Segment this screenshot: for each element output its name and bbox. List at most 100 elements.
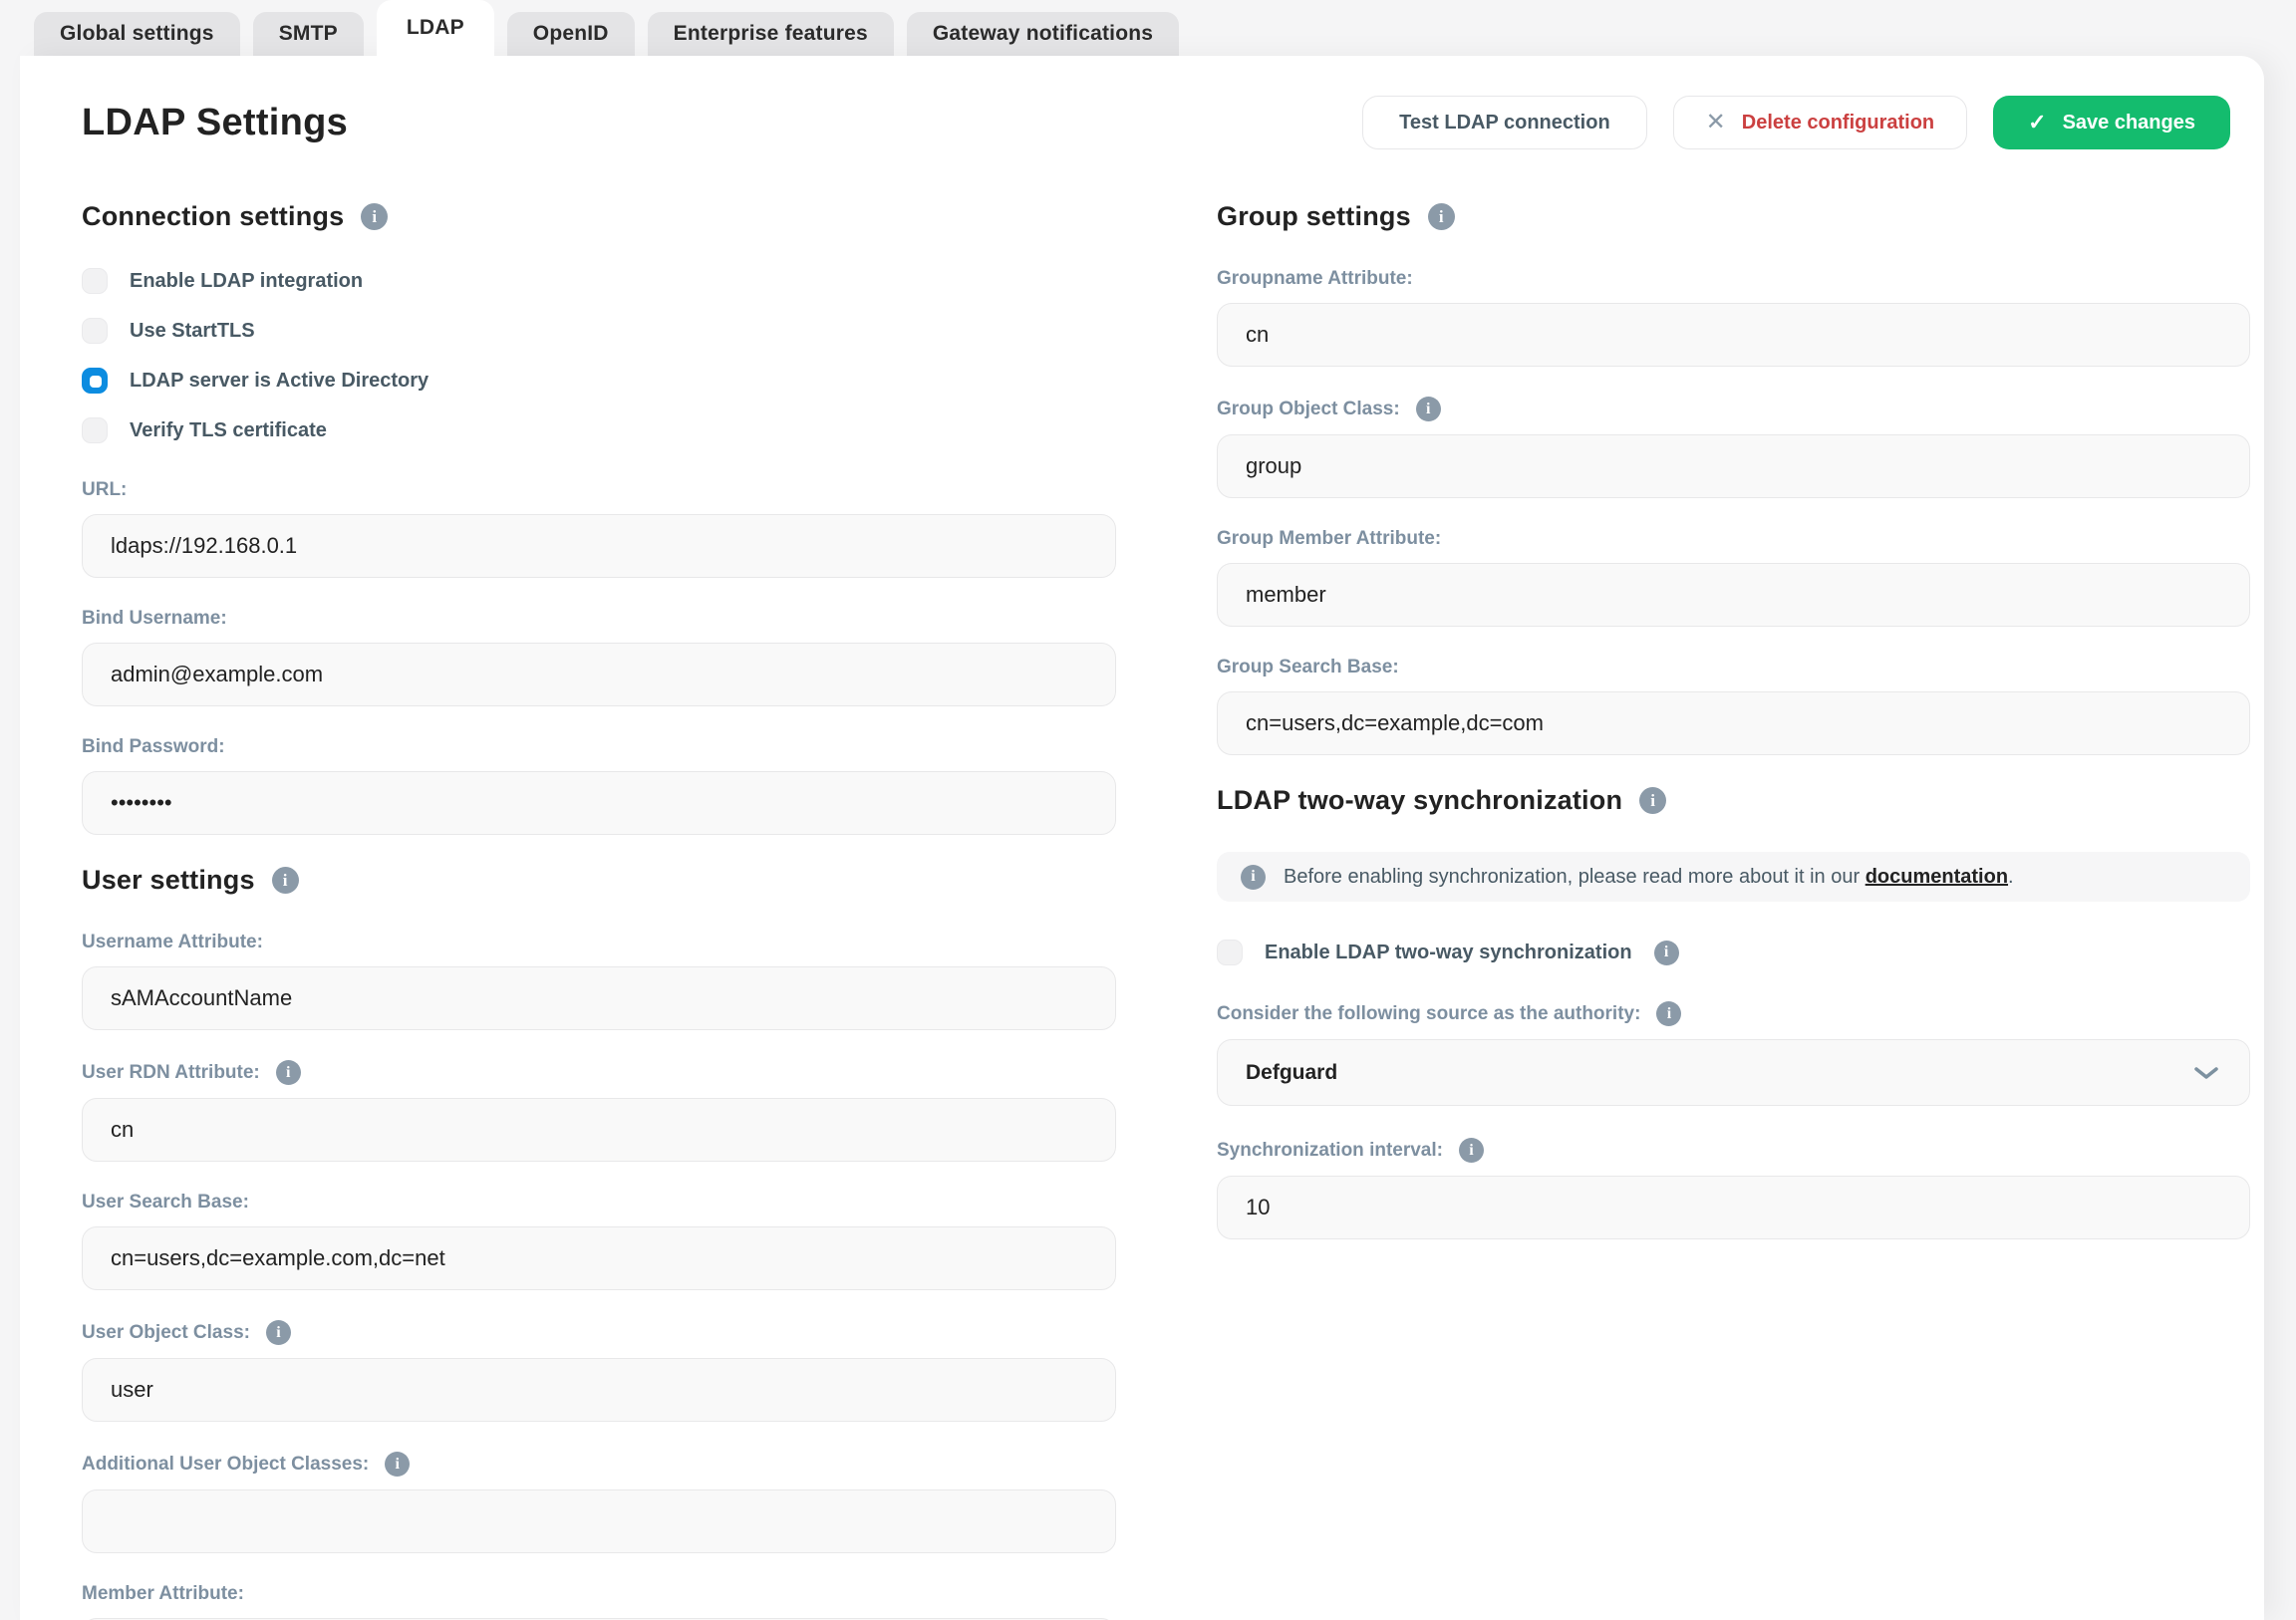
checkbox-use-starttls[interactable]: Use StartTLS	[82, 318, 1116, 344]
checkbox-label: Use StartTLS	[130, 320, 255, 343]
page-header: LDAP Settings Test LDAP connection ✕ Del…	[62, 96, 2230, 149]
user-rdn-attribute-label: User RDN Attribute: i	[82, 1060, 1116, 1085]
info-icon[interactable]: i	[1639, 787, 1666, 814]
sync-info-banner: i Before enabling synchronization, pleas…	[1217, 852, 2250, 902]
user-search-base-input[interactable]	[82, 1226, 1116, 1290]
url-label: URL:	[82, 479, 1116, 501]
checkbox-icon[interactable]	[82, 268, 108, 294]
info-icon[interactable]: i	[1654, 941, 1679, 965]
info-icon[interactable]: i	[385, 1452, 410, 1477]
ldap-two-way-sync-title: LDAP two-way synchronization	[1217, 785, 1622, 816]
checkbox-icon[interactable]	[82, 417, 108, 443]
info-icon[interactable]: i	[1656, 1001, 1681, 1026]
field-label-text: Group Object Class:	[1217, 399, 1400, 420]
group-settings-heading: Group settings i	[1217, 201, 2250, 232]
ldap-two-way-sync-heading: LDAP two-way synchronization i	[1217, 785, 2250, 816]
banner-suffix: .	[2008, 866, 2014, 888]
user-settings-heading: User settings i	[82, 865, 1116, 896]
additional-user-object-classes-input[interactable]	[82, 1489, 1116, 1553]
user-search-base-label: User Search Base:	[82, 1192, 1116, 1214]
field-label-text: User Search Base:	[82, 1192, 249, 1214]
additional-user-object-classes-label: Additional User Object Classes: i	[82, 1452, 1116, 1477]
group-search-base-input[interactable]	[1217, 691, 2250, 755]
checkbox-checked-icon[interactable]	[82, 368, 108, 394]
info-icon[interactable]: i	[1428, 203, 1455, 230]
field-label-text: Consider the following source as the aut…	[1217, 1003, 1640, 1025]
username-attribute-input[interactable]	[82, 966, 1116, 1030]
info-icon[interactable]: i	[361, 203, 388, 230]
tab-smtp[interactable]: SMTP	[253, 12, 364, 56]
documentation-link[interactable]: documentation	[1866, 866, 2008, 888]
field-label-text: Additional User Object Classes:	[82, 1454, 369, 1476]
tab-openid[interactable]: OpenID	[507, 12, 635, 56]
close-icon: ✕	[1706, 111, 1726, 135]
bind-password-input[interactable]	[82, 771, 1116, 835]
delete-configuration-label: Delete configuration	[1742, 112, 1934, 135]
user-object-class-input[interactable]	[82, 1358, 1116, 1422]
user-object-class-label: User Object Class: i	[82, 1320, 1116, 1345]
bind-username-label: Bind Username:	[82, 608, 1116, 630]
authority-source-label: Consider the following source as the aut…	[1217, 1001, 2250, 1026]
checkbox-label: Enable LDAP two-way synchronization	[1265, 942, 1632, 964]
field-label-text: Group Member Attribute:	[1217, 528, 1441, 550]
sync-interval-label: Synchronization interval: i	[1217, 1138, 2250, 1163]
info-icon[interactable]: i	[1416, 397, 1441, 421]
tab-gateway-notifications[interactable]: Gateway notifications	[907, 12, 1179, 56]
checkbox-enable-ldap-integration[interactable]: Enable LDAP integration	[82, 268, 1116, 294]
field-label-text: User Object Class:	[82, 1322, 250, 1344]
info-icon: i	[1241, 865, 1266, 890]
info-icon[interactable]: i	[276, 1060, 301, 1085]
save-changes-button[interactable]: ✓ Save changes	[1993, 96, 2230, 149]
checkbox-icon[interactable]	[1217, 940, 1243, 965]
username-attribute-label: Username Attribute:	[82, 932, 1116, 953]
user-rdn-attribute-input[interactable]	[82, 1098, 1116, 1162]
left-column: Connection settings i Enable LDAP integr…	[82, 175, 1116, 1620]
sync-interval-input[interactable]	[1217, 1176, 2250, 1239]
checkbox-label: LDAP server is Active Directory	[130, 370, 429, 393]
group-search-base-label: Group Search Base:	[1217, 657, 2250, 678]
checkbox-ldap-server-is-active-directory[interactable]: LDAP server is Active Directory	[82, 368, 1116, 394]
delete-configuration-button[interactable]: ✕ Delete configuration	[1673, 96, 1967, 149]
group-settings-title: Group settings	[1217, 201, 1411, 232]
header-buttons: Test LDAP connection ✕ Delete configurat…	[1362, 96, 2230, 149]
groupname-attribute-input[interactable]	[1217, 303, 2250, 367]
save-changes-label: Save changes	[2063, 112, 2195, 135]
field-label-text: Member Attribute:	[82, 1583, 244, 1605]
tab-ldap[interactable]: LDAP	[377, 0, 494, 56]
banner-prefix: Before enabling synchronization, please …	[1284, 866, 1866, 888]
checkbox-icon[interactable]	[82, 318, 108, 344]
group-object-class-label: Group Object Class: i	[1217, 397, 2250, 421]
info-icon[interactable]: i	[1459, 1138, 1484, 1163]
settings-tabbar: Global settings SMTP LDAP OpenID Enterpr…	[0, 0, 2296, 56]
authority-select[interactable]: Defguard	[1217, 1039, 2250, 1106]
info-icon[interactable]: i	[272, 867, 299, 894]
bind-password-label: Bind Password:	[82, 736, 1116, 758]
ldap-settings-card: LDAP Settings Test LDAP connection ✕ Del…	[20, 56, 2264, 1620]
check-icon: ✓	[2028, 112, 2046, 134]
group-member-attribute-label: Group Member Attribute:	[1217, 528, 2250, 550]
test-ldap-connection-button[interactable]: Test LDAP connection	[1362, 96, 1647, 149]
checkbox-enable-ldap-two-way-sync[interactable]: Enable LDAP two-way synchronization i	[1217, 940, 2250, 965]
user-settings-title: User settings	[82, 865, 255, 896]
checkbox-label: Verify TLS certificate	[130, 419, 327, 442]
url-input[interactable]	[82, 514, 1116, 578]
test-ldap-connection-label: Test LDAP connection	[1399, 112, 1610, 135]
groupname-attribute-label: Groupname Attribute:	[1217, 268, 2250, 290]
connection-settings-title: Connection settings	[82, 201, 344, 232]
tab-enterprise-features[interactable]: Enterprise features	[648, 12, 894, 56]
field-label-text: Bind Password:	[82, 736, 225, 758]
chevron-down-icon	[2193, 1065, 2219, 1081]
authority-select-value: Defguard	[1246, 1061, 1337, 1085]
member-attribute-label: Member Attribute:	[82, 1583, 1116, 1605]
checkbox-label: Enable LDAP integration	[130, 270, 363, 293]
group-member-attribute-input[interactable]	[1217, 563, 2250, 627]
page-title: LDAP Settings	[82, 102, 348, 144]
checkbox-verify-tls-certificate[interactable]: Verify TLS certificate	[82, 417, 1116, 443]
tab-global-settings[interactable]: Global settings	[34, 12, 240, 56]
field-label-text: User RDN Attribute:	[82, 1062, 260, 1084]
group-object-class-input[interactable]	[1217, 434, 2250, 498]
banner-text: Before enabling synchronization, please …	[1284, 866, 2014, 889]
info-icon[interactable]: i	[266, 1320, 291, 1345]
field-label-text: Username Attribute:	[82, 932, 263, 953]
bind-username-input[interactable]	[82, 643, 1116, 706]
